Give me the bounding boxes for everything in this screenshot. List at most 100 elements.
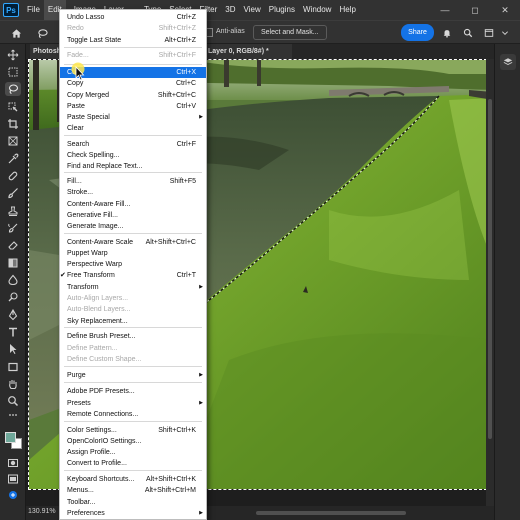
menu-item-toolbar[interactable]: Toolbar... [60,497,206,508]
menu-item-shortcut: Shift+F5 [169,178,196,185]
lasso-tool-preset-icon[interactable] [34,25,50,41]
menu-3d[interactable]: 3D [221,0,239,20]
menu-item-label: Content-Aware Scale [67,239,134,246]
menu-item-label: Adobe PDF Presets... [67,388,135,395]
quick-mask-icon[interactable] [5,456,21,470]
menu-view[interactable]: View [240,0,265,20]
menu-file[interactable]: File [23,0,44,20]
menu-item-stroke[interactable]: Stroke... [60,187,206,198]
submenu-arrow-icon: ▶ [199,284,203,290]
vertical-scrollbar[interactable] [486,59,494,506]
menu-item-undo-lasso[interactable]: Undo Lasso Ctrl+Z [60,12,206,23]
menu-item-toggle-last-state[interactable]: Toggle Last State Alt+Ctrl+Z [60,35,206,46]
menu-item-keyboard-shortcuts[interactable]: Keyboard Shortcuts... Alt+Shift+Ctrl+K [60,474,206,485]
menu-item-paste[interactable]: Paste Ctrl+V [60,101,206,112]
eraser-tool-icon[interactable] [5,238,21,252]
menu-item-remote-connections[interactable]: Remote Connections... [60,409,206,420]
bell-icon[interactable] [439,25,455,41]
menu-item-check-spelling[interactable]: Check Spelling... [60,150,206,161]
dodge-tool-icon[interactable] [5,290,21,304]
type-tool-icon[interactable] [5,325,21,339]
eyedropper-tool-icon[interactable] [5,152,21,166]
foreground-color-swatch[interactable] [5,432,16,443]
menu-item-assign-profile[interactable]: Assign Profile... [60,447,206,458]
menu-item-transform[interactable]: Transform ▶ [60,282,206,293]
menu-item-sky-replacement[interactable]: Sky Replacement... [60,316,206,327]
menu-item-paste-special[interactable]: Paste Special ▶ [60,112,206,123]
workspace-icon[interactable] [481,25,497,41]
brush-tool-icon[interactable] [5,186,21,200]
search-icon[interactable] [460,25,476,41]
menu-item-label: Toolbar... [67,499,96,506]
move-tool-icon[interactable] [5,48,21,62]
share-options-icon[interactable] [5,488,21,502]
menu-item-fill[interactable]: Fill... Shift+F5 [60,176,206,187]
menu-item-perspective-warp[interactable]: Perspective Warp [60,259,206,270]
marquee-tool-icon[interactable] [5,65,21,79]
menu-item-define-brush-preset[interactable]: Define Brush Preset... [60,331,206,342]
menu-item-label: Auto-Align Layers... [67,295,129,302]
crop-tool-icon[interactable] [5,117,21,131]
menu-separator [64,135,202,136]
menu-item-preferences[interactable]: Preferences ▶ [60,508,206,519]
mouse-pointer-icon [71,62,85,81]
horizontal-scroll-thumb[interactable] [256,511,406,515]
menu-item-generative-fill[interactable]: Generative Fill... [60,210,206,221]
menu-item-clear[interactable]: Clear [60,123,206,134]
checkmark-icon: ✔ [60,272,66,279]
maximize-button[interactable]: ◻ [460,0,490,20]
menu-item-content-aware-fill[interactable]: Content-Aware Fill... [60,199,206,210]
menu-item-search[interactable]: Search Ctrl+F [60,139,206,150]
menu-item-label: Generate Image... [67,223,124,230]
screen-mode-icon[interactable] [5,472,21,486]
menu-item-purge[interactable]: Purge ▶ [60,370,206,381]
home-icon[interactable] [8,25,24,41]
hand-tool-icon[interactable] [5,377,21,391]
menu-item-free-transform[interactable]: ✔ Free Transform Ctrl+T [60,270,206,281]
menu-help[interactable]: Help [335,0,359,20]
blur-tool-icon[interactable] [5,273,21,287]
photoshop-window: Ps File Edit Image Layer Type Select Fil… [0,0,520,520]
menu-item-opencolorio-settings[interactable]: OpenColorIO Settings... [60,436,206,447]
layers-panel-icon[interactable] [500,54,516,70]
menu-window[interactable]: Window [299,0,335,20]
gradient-tool-icon[interactable] [5,256,21,270]
vertical-scroll-thumb[interactable] [488,99,492,439]
menu-item-color-settings[interactable]: Color Settings... Shift+Ctrl+K [60,425,206,436]
menu-item-puppet-warp[interactable]: Puppet Warp [60,248,206,259]
path-selection-tool-icon[interactable] [5,342,21,356]
menu-item-label: Auto-Blend Layers... [67,306,131,313]
select-and-mask-button[interactable]: Select and Mask... [253,25,327,40]
menu-plugins[interactable]: Plugins [265,0,299,20]
zoom-tool-icon[interactable] [5,394,21,408]
pen-tool-icon[interactable] [5,308,21,322]
menu-item-menus[interactable]: Menus... Alt+Shift+Ctrl+M [60,485,206,496]
menu-item-content-aware-scale[interactable]: Content-Aware Scale Alt+Shift+Ctrl+C [60,237,206,248]
menu-separator [64,382,202,383]
document-tab-info: Layer 0, RGB/8#) * [208,48,269,55]
history-brush-tool-icon[interactable] [5,221,21,235]
frame-tool-icon[interactable] [5,134,21,148]
menu-item-shortcut: Ctrl+F [176,141,196,148]
clone-stamp-tool-icon[interactable] [5,204,21,218]
zoom-level[interactable]: 130.91% [28,508,56,515]
menu-item-adobe-pdf-presets[interactable]: Adobe PDF Presets... [60,386,206,397]
menu-item-copy-merged[interactable]: Copy Merged Shift+Ctrl+C [60,90,206,101]
menu-item-convert-to-profile[interactable]: Convert to Profile... [60,458,206,469]
healing-brush-tool-icon[interactable] [5,169,21,183]
menu-item-label: Fade... [67,52,89,59]
share-button[interactable]: Share [401,24,434,41]
menu-item-generate-image[interactable]: Generate Image... [60,221,206,232]
object-selection-tool-icon[interactable] [5,100,21,114]
menu-item-find-and-replace-text[interactable]: Find and Replace Text... [60,161,206,172]
rectangle-tool-icon[interactable] [5,360,21,374]
more-tools-icon[interactable] [5,408,21,422]
menu-item-redo: Redo Shift+Ctrl+Z [60,23,206,34]
menu-item-presets[interactable]: Presets ▶ [60,398,206,409]
chevron-down-icon[interactable] [497,25,513,41]
color-swatches[interactable] [3,428,23,450]
close-button[interactable]: ✕ [490,0,520,20]
menu-item-label: Free Transform [67,272,115,279]
minimize-button[interactable]: — [430,0,460,20]
lasso-tool-icon[interactable] [5,82,21,96]
